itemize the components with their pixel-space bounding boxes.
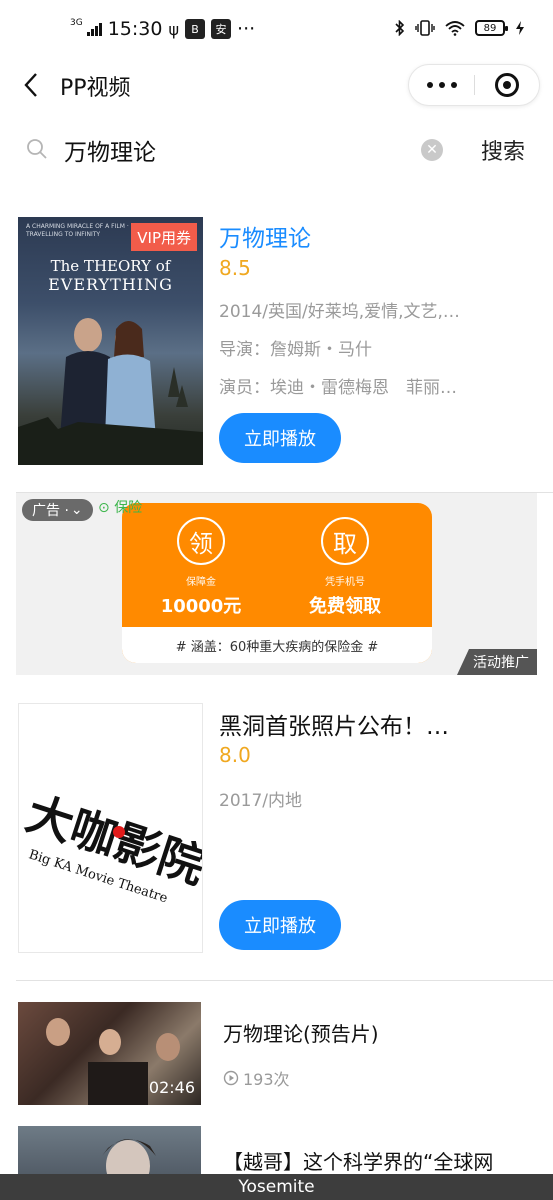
charging-icon — [516, 21, 524, 35]
bluetooth-icon — [395, 20, 405, 36]
result-title[interactable]: 黑洞首张照片公布！… — [219, 707, 449, 741]
more-button[interactable] — [409, 65, 474, 105]
result-info: 2017/内地 — [219, 791, 302, 811]
battery-level: 89 — [483, 22, 497, 34]
shield-icon: ⊙ — [98, 500, 115, 516]
search-input[interactable] — [64, 132, 414, 168]
vip-coupon-badge: VIP用券 — [131, 223, 197, 251]
app-notification-icon: B — [185, 19, 206, 39]
mini-program-capsule — [408, 64, 540, 106]
result-info: 2014/英国/好莱坞,爱情,文艺,… — [219, 302, 460, 322]
search-icon — [27, 139, 47, 159]
play-count-icon — [223, 1070, 239, 1086]
battery-icon: 89 — [475, 20, 508, 36]
status-left: 3G 15:30 ψ B 安 ··· — [70, 18, 255, 40]
os-taskbar: Yosemite — [0, 1174, 553, 1200]
play-now-button[interactable]: 立即播放 — [219, 413, 341, 463]
more-notifications-icon: ··· — [237, 18, 256, 40]
video-views: 193次 — [223, 1066, 290, 1090]
ad-card[interactable]: 领 保障金 10000元 取 凭手机号 免费领取 # 涵盖：60种重大疾病的保险… — [122, 503, 432, 663]
ad-promo-tag: 活动推广 — [457, 649, 537, 675]
status-bar: 3G 15:30 ψ B 安 ··· 89 — [0, 0, 553, 60]
result-cast: 演员：埃迪・雷德梅恩 菲丽… — [219, 378, 457, 398]
status-right: 89 — [395, 20, 525, 36]
view-count: 193次 — [243, 1070, 290, 1089]
nav-bar: PP视频 — [0, 60, 553, 110]
wifi-icon — [445, 21, 465, 36]
close-icon: ✕ — [426, 142, 438, 158]
ad-left-column: 领 保障金 10000元 — [136, 517, 266, 618]
status-time: 15:30 — [107, 18, 163, 40]
movie-poster[interactable]: 大咖影院 Big KA Movie Theatre — [18, 703, 203, 953]
video-title[interactable]: 万物理论(预告片) — [223, 1018, 379, 1047]
ad-footer: # 涵盖：60种重大疾病的保险金 # — [122, 627, 432, 663]
ad-left-amount: 10000元 — [160, 596, 242, 617]
security-app-icon: 安 — [211, 19, 232, 39]
ad-brand: ⊙ 保险 — [98, 497, 142, 517]
chevron-left-icon — [24, 73, 37, 97]
result-rating: 8.5 — [219, 256, 251, 280]
ad-right-caption: 凭手机号 — [325, 577, 365, 588]
ad-banner[interactable]: 领 保障金 10000元 取 凭手机号 免费领取 # 涵盖：60种重大疾病的保险… — [16, 493, 537, 675]
close-mini-program-button[interactable] — [475, 65, 539, 105]
target-icon — [494, 73, 519, 97]
ad-right-circle: 取 — [321, 517, 369, 565]
more-dots-icon — [426, 82, 433, 88]
signal-icon — [86, 22, 102, 36]
ad-label: 广告 · — [32, 503, 69, 519]
ad-brand-label: 保险 — [114, 500, 143, 516]
search-bar: ✕ 搜索 — [0, 120, 553, 180]
result-title[interactable]: 万物理论 — [219, 219, 311, 253]
page-title: PP视频 — [60, 76, 131, 101]
clear-search-button[interactable]: ✕ — [421, 139, 443, 161]
chevron-down-icon: ⌄ — [70, 502, 83, 518]
result-director: 导演：詹姆斯・马什 — [219, 340, 372, 360]
video-title[interactable]: 【越哥】这个科学界的“全球网 — [223, 1146, 493, 1175]
ad-right-column: 取 凭手机号 免费领取 — [280, 517, 410, 618]
big-ka-logo: 大咖影院 Big KA Movie Theatre — [20, 786, 202, 907]
ad-left-circle: 领 — [177, 517, 225, 565]
divider — [16, 980, 553, 981]
search-button[interactable]: 搜索 — [481, 134, 525, 166]
back-button[interactable] — [18, 70, 48, 100]
result-rating: 8.0 — [219, 743, 251, 767]
video-thumbnail[interactable]: 02:46 — [18, 1002, 201, 1105]
ad-right-cta: 免费领取 — [309, 596, 381, 617]
network-type: 3G — [70, 18, 83, 28]
ad-left-caption: 保障金 — [186, 577, 216, 588]
poster-figures-image — [18, 318, 203, 465]
ad-label-badge: 广告 · ⌄ — [22, 499, 93, 521]
usb-icon: ψ — [168, 19, 180, 39]
play-now-button[interactable]: 立即播放 — [219, 900, 341, 950]
vibrate-icon — [415, 20, 435, 36]
movie-poster[interactable]: A CHARMING MIRACLE OF A FILM · TRAVELLIN… — [18, 217, 203, 465]
video-duration: 02:46 — [148, 1078, 195, 1097]
